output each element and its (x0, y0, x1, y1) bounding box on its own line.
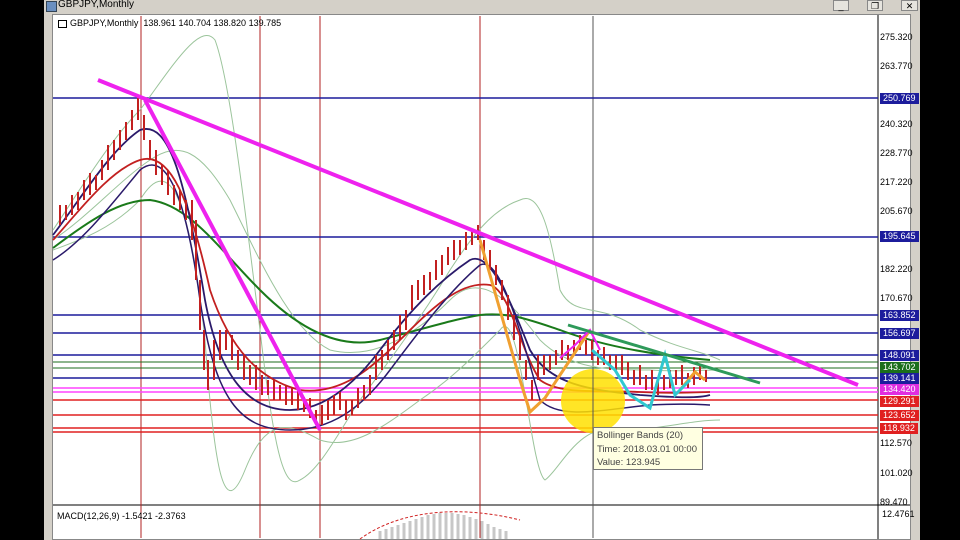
ohlc-header: GBPJPY,Monthly 138.961 140.704 138.820 1… (58, 18, 281, 28)
price-tag: 250.769 (880, 93, 919, 104)
symbol-label: GBPJPY,Monthly (70, 18, 139, 28)
price-tag: 129.291 (880, 396, 919, 407)
symbol-icon (58, 19, 67, 28)
ohlc-open: 138.961 (143, 18, 176, 28)
price-scale-label: 89.470 (880, 497, 908, 507)
price-scale-label: 240.320 (880, 119, 913, 129)
price-scale-label: 217.220 (880, 177, 913, 187)
trendline-main (97, 78, 859, 387)
tooltip-value: Value: 123.945 (597, 457, 661, 468)
price-scale-label: 182.220 (880, 264, 913, 274)
ohlc-high: 140.704 (178, 18, 211, 28)
price-scale-label: 228.770 (880, 148, 913, 158)
ohlc-close: 139.785 (248, 18, 282, 28)
price-scale-label: 275.320 (880, 32, 913, 42)
ma-green (52, 198, 711, 361)
price-scale-label: 263.770 (880, 61, 913, 71)
price-scale-label: 112.570 (880, 438, 912, 448)
price-tag: 118.932 (880, 423, 918, 434)
price-tag: 143.702 (880, 362, 919, 373)
price-tag: 139.141 (880, 373, 919, 384)
price-scale-label: 101.020 (880, 468, 913, 478)
price-scale-label: 205.670 (880, 206, 913, 216)
indicator-tooltip: Bollinger Bands (20) Time: 2018.03.01 00… (593, 427, 703, 470)
tooltip-time: Time: 2018.03.01 00:00 (597, 443, 697, 455)
tooltip-indicator-name: Bollinger Bands (20) (597, 430, 684, 441)
price-scale-label: 170.670 (880, 293, 913, 303)
price-tag: 156.697 (880, 328, 919, 339)
price-tag: 148.091 (880, 350, 919, 361)
chart-drawing (52, 15, 910, 540)
price-tag: 195.645 (880, 231, 919, 242)
price-tag: 163.852 (880, 310, 919, 321)
price-tag: 123.652 (880, 410, 919, 421)
trendline-steep (143, 99, 322, 431)
ohlc-low: 138.820 (213, 18, 247, 28)
macd-scale-value: 12.4761 (882, 509, 915, 519)
price-tag: 134.420 (880, 384, 919, 395)
macd-label: MACD(12,26,9) -1.5421 -2.3763 (57, 511, 186, 521)
macd-histogram (378, 513, 508, 539)
